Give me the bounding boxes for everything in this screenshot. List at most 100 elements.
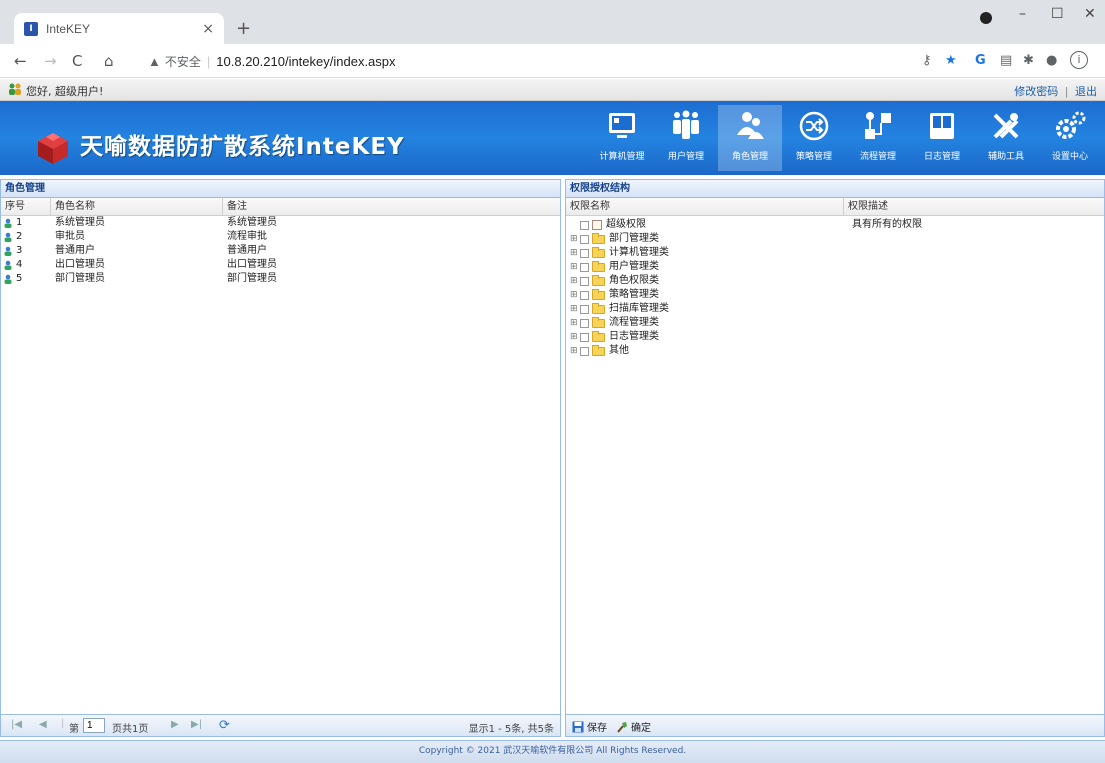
main-nav: 计算机管理 用户管理 角色管理 策略管理 流程管理 日志管理 辅助工具 设置中心 bbox=[590, 105, 1102, 171]
table-row[interactable]: 5 部门管理员 部门管理员 bbox=[1, 272, 560, 286]
expand-icon[interactable]: ⊞ bbox=[570, 246, 578, 260]
first-page-icon[interactable]: |◀ bbox=[11, 719, 22, 730]
expand-icon[interactable]: ⊞ bbox=[570, 288, 578, 302]
nav-process-management[interactable]: 流程管理 bbox=[846, 105, 910, 171]
nav-role-management[interactable]: 角色管理 bbox=[718, 105, 782, 171]
node-label: 扫描库管理类 bbox=[609, 303, 669, 314]
tree-node[interactable]: ⊞ 策略管理类 bbox=[570, 288, 1104, 302]
tree-node[interactable]: ⊞ 流程管理类 bbox=[570, 316, 1104, 330]
nav-computer-management[interactable]: 计算机管理 bbox=[590, 105, 654, 171]
node-checkbox[interactable] bbox=[580, 276, 589, 286]
expand-icon[interactable]: ⊞ bbox=[570, 344, 578, 358]
account-icon[interactable]: ● bbox=[1046, 53, 1057, 68]
close-tab-icon[interactable]: × bbox=[202, 21, 214, 37]
refresh-icon[interactable]: ⟳ bbox=[219, 718, 230, 733]
tree-node[interactable]: ⊞ 日志管理类 bbox=[570, 330, 1104, 344]
tree-node[interactable]: ⊞ 计算机管理类 bbox=[570, 246, 1104, 260]
tree-node[interactable]: ⊞ 扫描库管理类 bbox=[570, 302, 1104, 316]
back-icon[interactable]: ← bbox=[14, 52, 27, 70]
change-password-link[interactable]: 修改密码 bbox=[1014, 85, 1058, 98]
warning-icon: ▲ bbox=[148, 53, 161, 69]
col-role-name[interactable]: 角色名称 bbox=[51, 198, 223, 215]
display-info: 显示1 - 5条, 共5条 bbox=[468, 724, 554, 735]
tree-node[interactable]: ⊞ 用户管理类 bbox=[570, 260, 1104, 274]
col-remark[interactable]: 备注 bbox=[223, 198, 560, 215]
folder-icon bbox=[592, 302, 605, 314]
tree-node[interactable]: ⊞ 角色权限类 bbox=[570, 274, 1104, 288]
menu-icon[interactable]: i bbox=[1070, 51, 1088, 69]
node-checkbox[interactable] bbox=[580, 248, 589, 258]
maximize-icon[interactable]: ☐ bbox=[1051, 6, 1064, 22]
folder-icon bbox=[592, 288, 605, 300]
bookmark-star-icon[interactable]: ★ bbox=[945, 53, 957, 68]
confirm-button[interactable]: 确定 bbox=[616, 719, 651, 734]
save-icon bbox=[572, 721, 584, 732]
browser-tab[interactable]: I InteKEY × bbox=[14, 13, 224, 44]
address-bar: ← → C ⌂ ▲ 不安全 | 10.8.20.210/intekey/inde… bbox=[0, 44, 1105, 78]
node-checkbox[interactable] bbox=[580, 318, 589, 328]
node-checkbox[interactable] bbox=[580, 332, 589, 342]
cell-seq: 2 bbox=[16, 231, 23, 242]
save-button[interactable]: 保存 bbox=[572, 719, 607, 734]
puzzle-icon[interactable]: ✱ bbox=[1023, 53, 1034, 68]
roles-panel-title: 角色管理 bbox=[1, 180, 560, 198]
forward-icon[interactable]: → bbox=[44, 52, 57, 70]
table-row[interactable]: 2 审批员 流程审批 bbox=[1, 230, 560, 244]
page-number-input[interactable] bbox=[83, 718, 105, 733]
copyright-footer: Copyright © 2021 武汉天喻软件有限公司 All Rights R… bbox=[0, 740, 1105, 763]
user-group-icon bbox=[9, 83, 21, 95]
col-permission-name[interactable]: 权限名称 bbox=[566, 198, 844, 215]
col-permission-desc[interactable]: 权限描述 bbox=[844, 198, 1104, 215]
google-extension-icon[interactable]: G bbox=[975, 53, 986, 68]
expand-icon[interactable]: ⊞ bbox=[570, 302, 578, 316]
next-page-icon[interactable]: ▶ bbox=[171, 719, 179, 730]
node-checkbox[interactable] bbox=[580, 346, 589, 356]
nav-label: 辅助工具 bbox=[987, 152, 1024, 162]
nav-user-management[interactable]: 用户管理 bbox=[654, 105, 718, 171]
expand-icon[interactable]: ⊞ bbox=[570, 232, 578, 246]
new-tab-icon[interactable]: + bbox=[236, 18, 251, 39]
save-label: 保存 bbox=[587, 723, 607, 734]
node-checkbox[interactable] bbox=[580, 304, 589, 314]
nav-label: 计算机管理 bbox=[599, 152, 645, 162]
node-checkbox[interactable] bbox=[580, 262, 589, 272]
tree-node[interactable]: ⊞ 部门管理类 bbox=[570, 232, 1104, 246]
nav-log-management[interactable]: 日志管理 bbox=[910, 105, 974, 171]
nav-label: 日志管理 bbox=[923, 152, 960, 162]
key-icon[interactable]: ⚷ bbox=[922, 53, 932, 68]
expand-icon[interactable]: ⊞ bbox=[570, 316, 578, 330]
node-label: 角色权限类 bbox=[609, 275, 659, 286]
cell-seq: 5 bbox=[16, 273, 23, 284]
tree-node[interactable]: 超级权限 具有所有的权限 bbox=[570, 218, 1104, 232]
nav-helper-tools[interactable]: 辅助工具 bbox=[974, 105, 1038, 171]
table-row[interactable]: 3 普通用户 普通用户 bbox=[1, 244, 560, 258]
permissions-panel: 权限授权结构 权限名称 权限描述 超级权限 具有所有的权限 ⊞ 部门管理类 ⊞ … bbox=[565, 179, 1105, 737]
cell-seq: 1 bbox=[16, 217, 23, 228]
close-window-icon[interactable]: ✕ bbox=[1084, 6, 1096, 22]
node-checkbox[interactable] bbox=[580, 220, 589, 230]
extension-icon[interactable]: ▤ bbox=[1000, 53, 1012, 68]
last-page-icon[interactable]: ▶| bbox=[191, 719, 202, 730]
expand-icon[interactable]: ⊞ bbox=[570, 260, 578, 274]
confirm-label: 确定 bbox=[631, 723, 651, 734]
home-icon[interactable]: ⌂ bbox=[104, 52, 114, 70]
table-row[interactable]: 1 系统管理员 系统管理员 bbox=[1, 216, 560, 230]
url-field[interactable]: ▲ 不安全 | 10.8.20.210/intekey/index.aspx bbox=[148, 50, 948, 72]
node-checkbox[interactable] bbox=[580, 234, 589, 244]
cell-remark: 部门管理员 bbox=[227, 273, 277, 284]
nav-policy-management[interactable]: 策略管理 bbox=[782, 105, 846, 171]
nav-label: 角色管理 bbox=[731, 152, 768, 162]
expand-icon[interactable]: ⊞ bbox=[570, 330, 578, 344]
col-seq[interactable]: 序号 bbox=[1, 198, 51, 215]
tree-node[interactable]: ⊞ 其他 bbox=[570, 344, 1104, 358]
nav-settings-center[interactable]: 设置中心 bbox=[1038, 105, 1102, 171]
profile-icon[interactable] bbox=[980, 12, 992, 24]
node-checkbox[interactable] bbox=[580, 290, 589, 300]
minimize-icon[interactable]: – bbox=[1019, 6, 1026, 22]
reload-icon[interactable]: C bbox=[72, 52, 82, 70]
table-row[interactable]: 4 出口管理员 出口管理员 bbox=[1, 258, 560, 272]
tools-icon bbox=[993, 113, 1019, 139]
prev-page-icon[interactable]: ◀ bbox=[39, 719, 47, 730]
expand-icon[interactable]: ⊞ bbox=[570, 274, 578, 288]
logout-link[interactable]: 退出 bbox=[1075, 85, 1097, 98]
